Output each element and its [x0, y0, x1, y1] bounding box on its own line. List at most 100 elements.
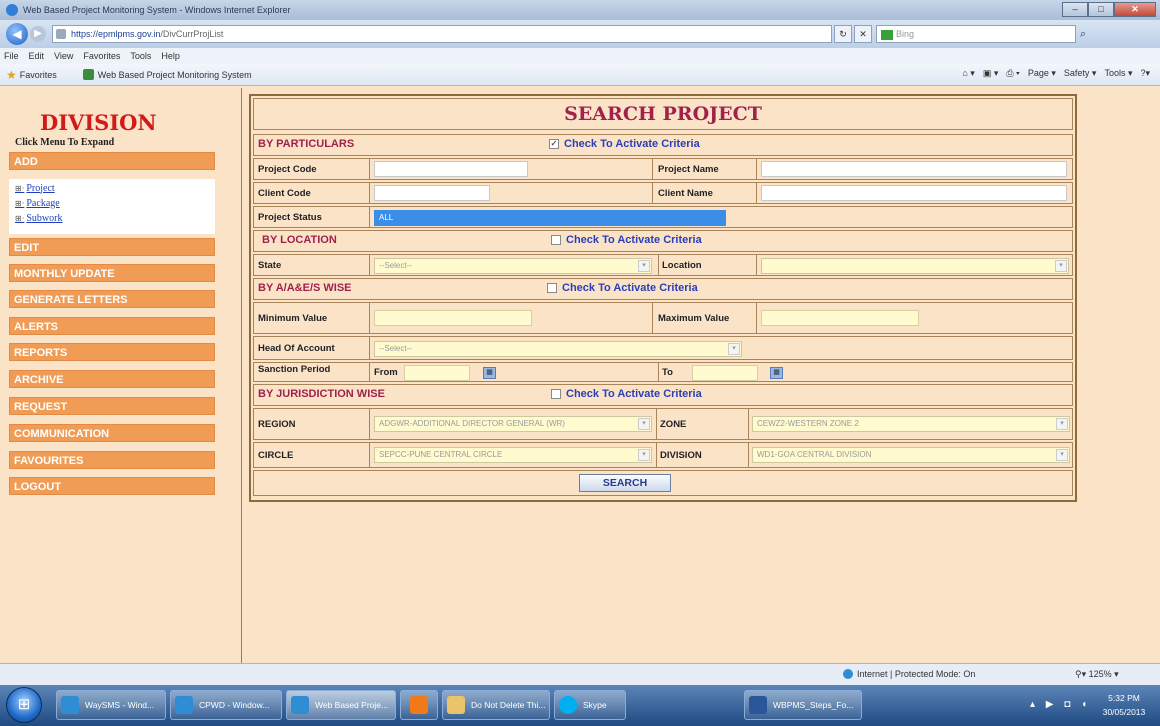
task-skype[interactable]: Skype: [554, 690, 626, 720]
system-clock[interactable]: 5:32 PM 30/05/2013: [1090, 688, 1158, 722]
refresh-icon[interactable]: ↻: [834, 25, 852, 43]
location-header-row: BY LOCATION Check To Activate Criteria: [253, 230, 1073, 252]
menu-archive[interactable]: ARCHIVE: [9, 370, 215, 388]
chevron-down-icon[interactable]: ▾: [638, 418, 650, 430]
ie-logo-icon: [6, 4, 18, 16]
task-cpwd[interactable]: CPWD - Window...: [170, 690, 282, 720]
menu-monthly-update[interactable]: MONTHLY UPDATE: [9, 264, 215, 282]
system-tray-icons[interactable]: ▴ ▶ ◘ ◖: [1030, 699, 1091, 710]
calendar-icon[interactable]: ▦: [770, 367, 783, 379]
project-status-select[interactable]: ALL ▾: [374, 210, 726, 226]
menu-generate-letters[interactable]: GENERATE LETTERS: [9, 290, 215, 308]
zoom-level[interactable]: ⚲▾ 125% ▾: [1075, 669, 1119, 680]
task-waysms-label: WaySMS - Wind...: [85, 700, 155, 710]
chevron-down-icon[interactable]: ▾: [1056, 449, 1068, 461]
criteria-particulars-label: Check To Activate Criteria: [564, 138, 700, 150]
browser-tab[interactable]: Web Based Project Monitoring System: [82, 69, 252, 80]
clock-date: 30/05/2013: [1102, 707, 1146, 717]
back-button[interactable]: ◀: [6, 23, 28, 45]
chevron-down-icon[interactable]: ▾: [728, 343, 740, 355]
cell-divider: [656, 409, 657, 439]
region-select[interactable]: ADGWR-ADDITIONAL DIRECTOR GENERAL (WR) ▾: [374, 416, 652, 432]
criteria-particulars-checkbox[interactable]: ✓: [549, 139, 559, 149]
menu-favorites[interactable]: Favorites: [83, 51, 120, 61]
menu-help[interactable]: Help: [161, 51, 180, 61]
head-of-account-select[interactable]: --Select-- ▾: [374, 341, 742, 357]
menu-tools[interactable]: Tools: [130, 51, 151, 61]
task-folder[interactable]: Do Not Delete Thi...: [442, 690, 550, 720]
menu-communication[interactable]: COMMUNICATION: [9, 424, 215, 442]
ie-icon: [175, 696, 193, 714]
row-search-button: SEARCH: [253, 470, 1073, 496]
menu-add[interactable]: ADD: [9, 152, 215, 170]
label-min-value: Minimum Value: [258, 313, 328, 324]
web-search-input[interactable]: Bing: [876, 25, 1076, 43]
search-go-icon[interactable]: ⌕: [1080, 28, 1086, 41]
zone-select[interactable]: CEWZ2-WESTERN ZONE 2 ▾: [752, 416, 1070, 432]
project-name-input[interactable]: [761, 161, 1067, 177]
ie-icon: [61, 696, 79, 714]
cell-divider: [369, 409, 370, 439]
favorites-star-icon[interactable]: ★: [6, 68, 17, 82]
menu-alerts[interactable]: ALERTS: [9, 317, 215, 335]
command-bar: ⌂ ▾ ▣ ▾ ⎙ ▾ Page ▾ Safety ▾ Tools ▾ ?▾: [962, 68, 1150, 79]
maximize-button[interactable]: □: [1088, 2, 1114, 17]
help-icon[interactable]: ?▾: [1140, 68, 1150, 79]
menu-reports[interactable]: REPORTS: [9, 343, 215, 361]
menu-favourites[interactable]: FAVOURITES: [9, 451, 215, 469]
task-media[interactable]: [400, 690, 438, 720]
client-name-input[interactable]: [761, 185, 1067, 201]
chevron-down-icon[interactable]: ▾: [638, 449, 650, 461]
region-value: ADGWR-ADDITIONAL DIRECTOR GENERAL (WR): [379, 419, 565, 428]
project-code-input[interactable]: [374, 161, 528, 177]
criteria-jurisdiction-checkbox[interactable]: [551, 389, 561, 399]
submenu-package[interactable]: ⊞· Package: [9, 197, 215, 209]
submenu-project[interactable]: ⊞· Project: [9, 182, 215, 194]
chevron-down-icon[interactable]: ▾: [1055, 260, 1067, 272]
security-zone[interactable]: Internet | Protected Mode: On: [843, 669, 975, 679]
menu-edit-item[interactable]: EDIT: [9, 238, 215, 256]
location-select[interactable]: ▾: [761, 258, 1069, 274]
label-to: To: [662, 367, 673, 378]
close-button[interactable]: ✕: [1114, 2, 1156, 17]
minimize-button[interactable]: –: [1062, 2, 1088, 17]
task-waysms[interactable]: WaySMS - Wind...: [56, 690, 166, 720]
chevron-down-icon[interactable]: ▾: [638, 260, 650, 272]
search-button[interactable]: SEARCH: [579, 474, 671, 492]
task-wbpms[interactable]: Web Based Proje...: [286, 690, 396, 720]
submenu-subwork[interactable]: ⊞· Subwork: [9, 212, 215, 224]
criteria-location-checkbox[interactable]: [551, 235, 561, 245]
division-select[interactable]: WD1-GOA CENTRAL DIVISION ▾: [752, 447, 1070, 463]
calendar-icon[interactable]: ▦: [483, 367, 496, 379]
chevron-down-icon[interactable]: ▾: [1056, 418, 1068, 430]
tools-menu[interactable]: Tools ▾: [1104, 68, 1132, 79]
to-date-input[interactable]: [692, 365, 758, 381]
min-value-input[interactable]: [374, 310, 532, 326]
menu-file[interactable]: File: [4, 51, 19, 61]
forward-button[interactable]: ▶: [30, 26, 46, 42]
particulars-header-row: BY PARTICULARS ✓ Check To Activate Crite…: [253, 134, 1073, 156]
print-icon[interactable]: ⎙ ▾: [1006, 68, 1019, 79]
url-field[interactable]: https://epmlpms.gov.in/DivCurrProjList: [52, 25, 832, 43]
criteria-aas-checkbox[interactable]: [547, 283, 557, 293]
start-button[interactable]: ⊞: [6, 687, 42, 723]
task-document[interactable]: WBPMS_Steps_Fo...: [744, 690, 862, 720]
label-max-value: Maximum Value: [658, 313, 730, 324]
client-code-input[interactable]: [374, 185, 490, 201]
state-select[interactable]: --Select-- ▾: [374, 258, 652, 274]
stop-icon[interactable]: ✕: [854, 25, 872, 43]
page-menu[interactable]: Page ▾: [1028, 68, 1056, 79]
row-region: REGION ADGWR-ADDITIONAL DIRECTOR GENERAL…: [253, 408, 1073, 440]
max-value-input[interactable]: [761, 310, 919, 326]
menu-logout[interactable]: LOGOUT: [9, 477, 215, 495]
favorites-button[interactable]: Favorites: [20, 70, 57, 80]
menu-request[interactable]: REQUEST: [9, 397, 215, 415]
home-icon[interactable]: ⌂ ▾: [962, 68, 974, 79]
circle-select[interactable]: SEPCC-PUNE CENTRAL CIRCLE ▾: [374, 447, 652, 463]
menu-edit[interactable]: Edit: [29, 51, 45, 61]
feeds-icon[interactable]: ▣ ▾: [983, 68, 999, 79]
safety-menu[interactable]: Safety ▾: [1064, 68, 1097, 79]
section-jurisdiction: BY JURISDICTION WISE: [258, 388, 385, 400]
menu-view[interactable]: View: [54, 51, 73, 61]
from-date-input[interactable]: [404, 365, 470, 381]
